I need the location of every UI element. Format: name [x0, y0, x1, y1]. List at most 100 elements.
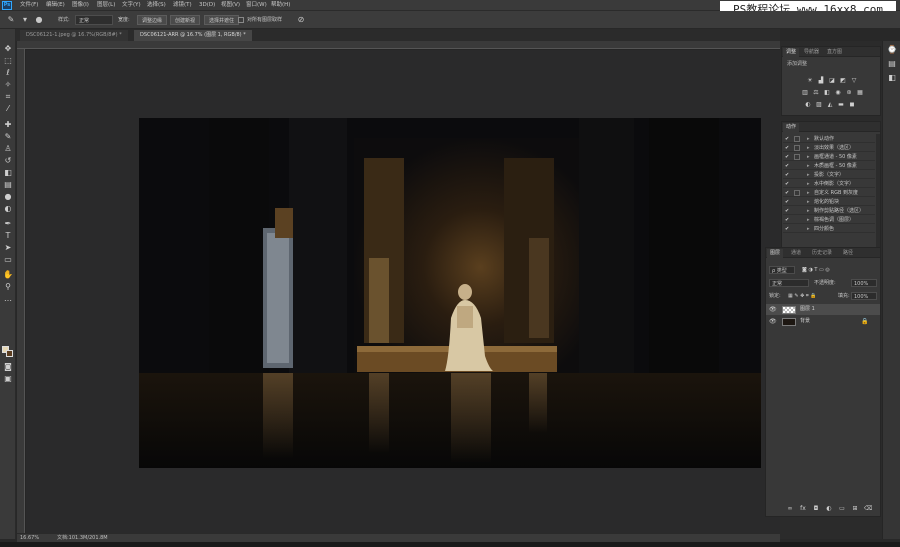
chevron-right-icon[interactable]: ▸ — [807, 198, 810, 206]
action-row[interactable]: ✔ ▸ 木质画框 - 50 像素 — [783, 162, 875, 170]
move-tool-icon[interactable]: ✥ — [3, 44, 13, 54]
style-select[interactable]: 正常 — [75, 15, 113, 25]
curves-icon[interactable]: ◪ — [828, 77, 836, 84]
chevron-down-icon[interactable]: ▾ — [20, 15, 30, 25]
brightness-icon[interactable]: ☀ — [806, 77, 814, 84]
chevron-right-icon[interactable]: ▸ — [807, 225, 810, 233]
exposure-icon[interactable]: ◩ — [839, 77, 847, 84]
eye-icon[interactable]: 👁 — [769, 316, 777, 327]
threshold-icon[interactable]: ◭ — [826, 101, 834, 108]
check-icon[interactable]: ✔ — [785, 207, 791, 215]
layer-row[interactable]: 👁 图层 1 — [766, 304, 880, 315]
chevron-right-icon[interactable]: ▸ — [807, 144, 810, 152]
channel-mixer-icon[interactable]: ⊛ — [845, 89, 853, 96]
action-row[interactable]: ✔ ▸ 棕褐色调（图层） — [783, 216, 875, 224]
action-row[interactable]: ✔ ▸ 制作剪贴路径（选区） — [783, 207, 875, 215]
zoom-readout[interactable]: 16.67% — [20, 535, 39, 542]
eye-icon[interactable]: 👁 — [769, 304, 777, 315]
sample-all-checkbox[interactable] — [238, 17, 244, 23]
tab-histogram[interactable]: 直方图 — [824, 48, 845, 57]
tab-actions[interactable]: 动作 — [783, 123, 800, 132]
menu-edit[interactable]: 编辑(E) — [46, 2, 65, 9]
dodge-tool-icon[interactable]: ◐ — [3, 204, 13, 214]
dialog-toggle[interactable] — [794, 154, 800, 160]
blur-tool-icon[interactable]: ● — [3, 192, 13, 202]
brush-tool-icon[interactable]: ✎ — [3, 132, 13, 142]
hue-icon[interactable]: ▥ — [801, 89, 809, 96]
select-mask-button[interactable]: 选择并遮住 — [204, 15, 240, 25]
brush-preset-icon[interactable]: ✎ — [6, 15, 16, 25]
action-row[interactable]: ✔ ▸ 熔化的铅块 — [783, 198, 875, 206]
posterize-icon[interactable]: ▨ — [815, 101, 823, 108]
levels-icon[interactable]: ▟ — [817, 77, 825, 84]
tab-paths[interactable]: 路径 — [840, 249, 856, 258]
action-row[interactable]: ✔ ▸ 四分颜色 — [783, 225, 875, 233]
opacity-input[interactable]: 100% — [851, 279, 877, 287]
check-icon[interactable]: ✔ — [785, 189, 791, 197]
new-layer-icon[interactable]: ⊞ — [851, 505, 859, 513]
layer-name[interactable]: 背景 — [800, 316, 810, 327]
tab-document-1[interactable]: DSC06121-1.jpeg @ 16.7%(RGB/8#) * — [20, 30, 128, 41]
layer-row[interactable]: 👁 背景 🔒 — [766, 316, 880, 327]
photo-filter-icon[interactable]: ◉ — [834, 89, 842, 96]
screen-mode-icon[interactable]: ▣ — [3, 374, 13, 384]
menu-type[interactable]: 文字(Y) — [122, 2, 141, 9]
properties-icon[interactable]: ▤ — [887, 59, 897, 69]
adjustment-layer-icon[interactable]: ◐ — [825, 505, 833, 513]
quick-mask-icon[interactable]: ◙ — [3, 362, 13, 372]
action-row[interactable]: ✔ ▸ 画框通道 - 50 像素 — [783, 153, 875, 161]
trash-icon[interactable]: ⌫ — [864, 505, 872, 513]
marquee-tool-icon[interactable]: ⬚ — [3, 56, 13, 66]
selective-color-icon[interactable]: ◼ — [848, 101, 856, 108]
lasso-tool-icon[interactable]: ℓ — [3, 68, 13, 78]
dialog-toggle[interactable] — [794, 136, 800, 142]
check-icon[interactable]: ✔ — [785, 225, 791, 233]
action-row[interactable]: ✔ ▸ 投影（文字） — [783, 171, 875, 179]
tab-adjustments[interactable]: 调整 — [783, 48, 800, 57]
dialog-toggle[interactable] — [794, 145, 800, 151]
lock-icons[interactable]: ▦ ✎ ✥ ⌗ 🔒 — [788, 292, 834, 300]
bw-icon[interactable]: ◧ — [823, 89, 831, 96]
check-icon[interactable]: ✔ — [785, 153, 791, 161]
chevron-right-icon[interactable]: ▸ — [807, 153, 810, 161]
menu-filter[interactable]: 滤镜(T) — [173, 2, 192, 9]
mask-icon[interactable]: ◘ — [812, 505, 820, 513]
tab-layers[interactable]: 图层 — [767, 249, 784, 258]
chevron-right-icon[interactable]: ▸ — [807, 180, 810, 188]
menu-help[interactable]: 帮助(H) — [271, 2, 290, 9]
pen-tool-icon[interactable]: ✒ — [3, 219, 13, 229]
color-balance-icon[interactable]: ⚖ — [812, 89, 820, 96]
menu-select[interactable]: 选择(S) — [147, 2, 166, 9]
background-color-swatch[interactable] — [6, 350, 13, 357]
check-icon[interactable]: ✔ — [785, 135, 791, 143]
lookup-icon[interactable]: ▦ — [856, 89, 864, 96]
action-row[interactable]: ✔ ▸ 自定义 RGB 到灰度 — [783, 189, 875, 197]
filter-icons[interactable]: ◙ ◑ T ▭ ◎ — [802, 266, 862, 274]
vibrance-icon[interactable]: ▽ — [850, 77, 858, 84]
pressure-icon[interactable]: ⊘ — [296, 15, 306, 25]
dialog-toggle[interactable] — [794, 190, 800, 196]
tab-channels[interactable]: 通道 — [788, 249, 804, 258]
history-brush-tool-icon[interactable]: ↺ — [3, 156, 13, 166]
menu-layer[interactable]: 图层(L) — [97, 2, 115, 9]
healing-tool-icon[interactable]: ✚ — [3, 120, 13, 130]
check-icon[interactable]: ✔ — [785, 144, 791, 152]
menu-3d[interactable]: 3D(D) — [199, 2, 215, 9]
check-icon[interactable]: ✔ — [785, 162, 791, 170]
tab-history[interactable]: 历史记录 — [809, 249, 835, 258]
invert-icon[interactable]: ◐ — [804, 101, 812, 108]
history-icon[interactable]: ⌚ — [887, 45, 897, 55]
path-select-tool-icon[interactable]: ➤ — [3, 243, 13, 253]
quick-select-tool-icon[interactable]: ✧ — [3, 80, 13, 90]
more-tools-icon[interactable]: … — [3, 294, 13, 304]
layer-kind-filter[interactable]: ρ 类型 — [769, 266, 795, 274]
check-icon[interactable]: ✔ — [785, 216, 791, 224]
menu-file[interactable]: 文件(F) — [20, 2, 38, 9]
action-row[interactable]: ✔ ▸ 默认动作 — [783, 135, 875, 143]
gradient-map-icon[interactable]: ▬ — [837, 101, 845, 108]
menu-image[interactable]: 图像(I) — [72, 2, 89, 9]
crop-tool-icon[interactable]: ⌗ — [3, 92, 13, 102]
chevron-right-icon[interactable]: ▸ — [807, 162, 810, 170]
tab-navigator[interactable]: 导航器 — [801, 48, 822, 57]
brush-size-icon[interactable]: ● — [34, 15, 44, 25]
